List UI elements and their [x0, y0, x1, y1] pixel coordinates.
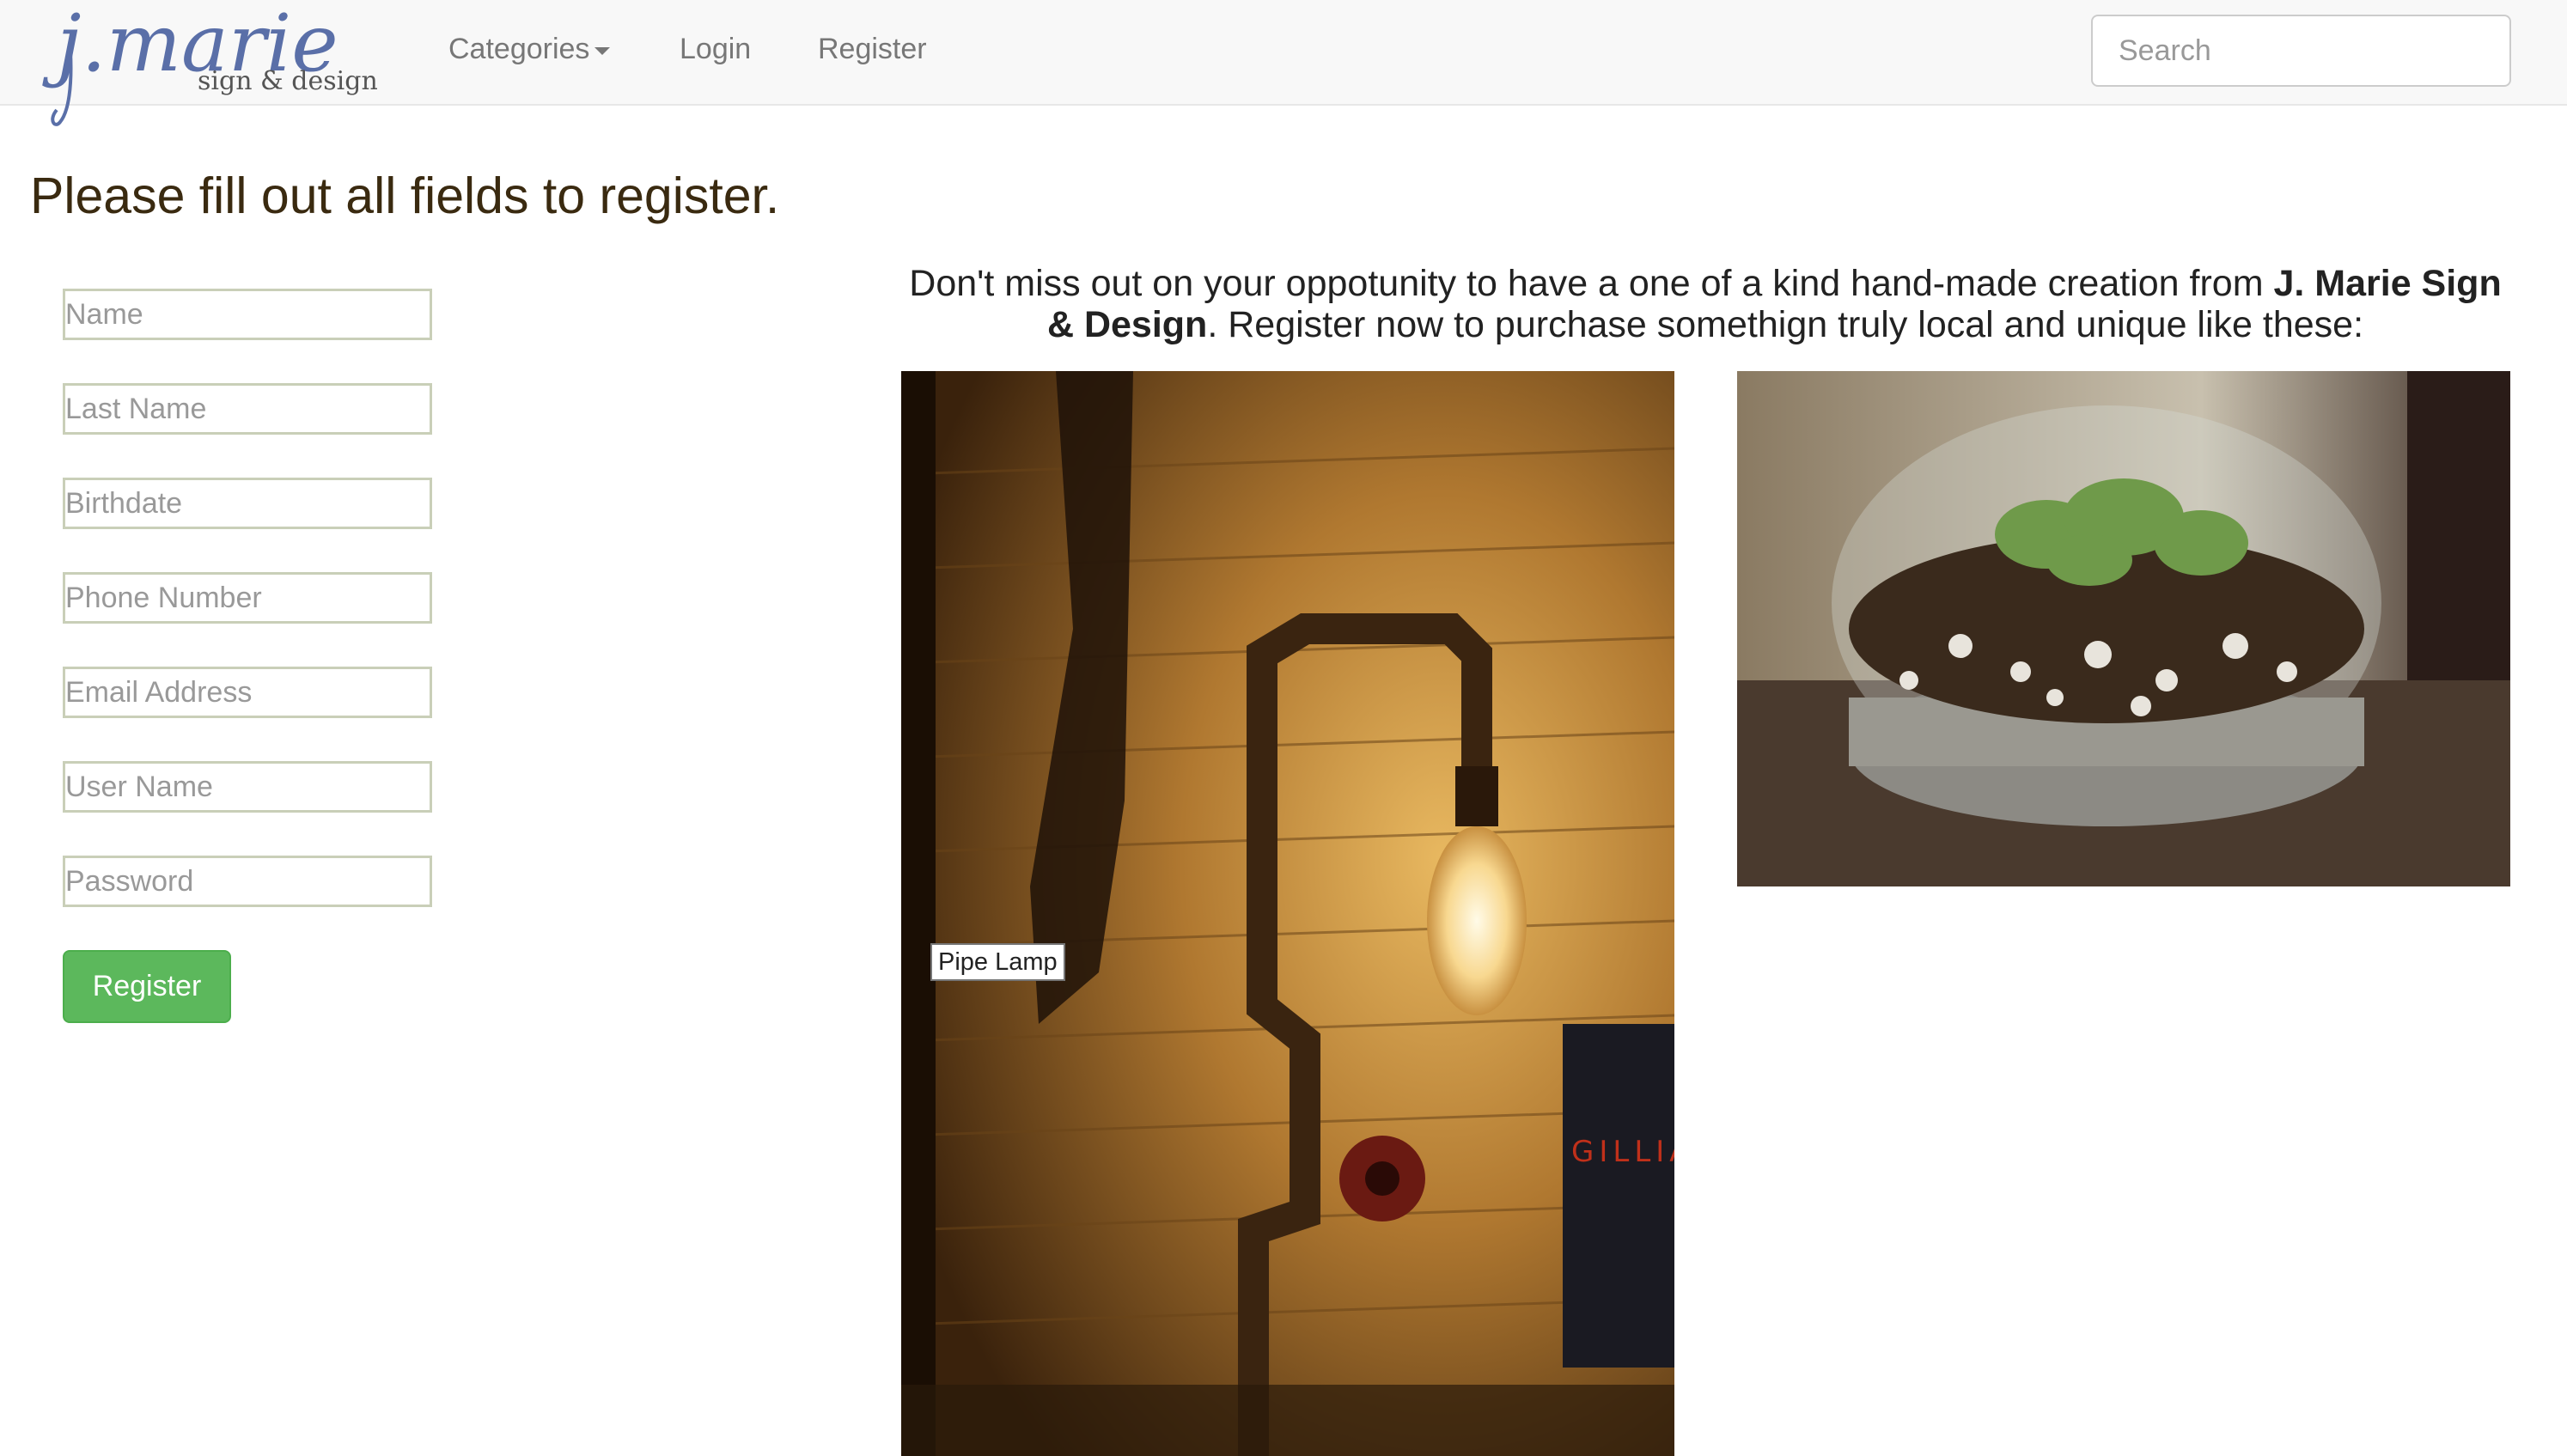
nav-login-link[interactable]: Login [680, 33, 751, 66]
brand-logo-subtext: sign & design [198, 66, 378, 96]
password-field[interactable] [63, 856, 432, 907]
nav-categories-dropdown[interactable]: Categories [448, 33, 611, 66]
intro-text-before: Don't miss out on your oppotunity to hav… [909, 263, 2274, 304]
phone-number-field[interactable] [63, 572, 432, 624]
caret-down-icon [594, 46, 611, 55]
navbar: j.marie sign & design Categories Login R… [0, 0, 2567, 126]
page-title: Please fill out all fields to register. [30, 168, 780, 224]
last-name-field[interactable] [63, 383, 432, 435]
register-button[interactable]: Register [63, 950, 231, 1023]
image-tooltip: Pipe Lamp [930, 943, 1065, 981]
nav-categories-label: Categories [448, 33, 590, 65]
username-field[interactable] [63, 761, 432, 813]
search-input[interactable] [2091, 15, 2511, 87]
birthdate-field[interactable] [63, 478, 432, 529]
intro-text-after: . Register now to purchase somethign tru… [1207, 304, 2364, 345]
intro-text: Don't miss out on your oppotunity to hav… [902, 263, 2509, 345]
terrarium-image [1737, 371, 2510, 886]
brand-logo[interactable]: j.marie sign & design [42, 0, 397, 129]
book-cover-text: GILLIAN FLYNN [1571, 1135, 1674, 1169]
brand-logo-graphic: j.marie sign & design [42, 0, 378, 126]
email-field[interactable] [63, 667, 432, 718]
nav-register-link[interactable]: Register [818, 33, 927, 66]
pipe-lamp-image: GILLIAN FLYNN [901, 371, 1674, 1456]
name-field[interactable] [63, 289, 432, 340]
